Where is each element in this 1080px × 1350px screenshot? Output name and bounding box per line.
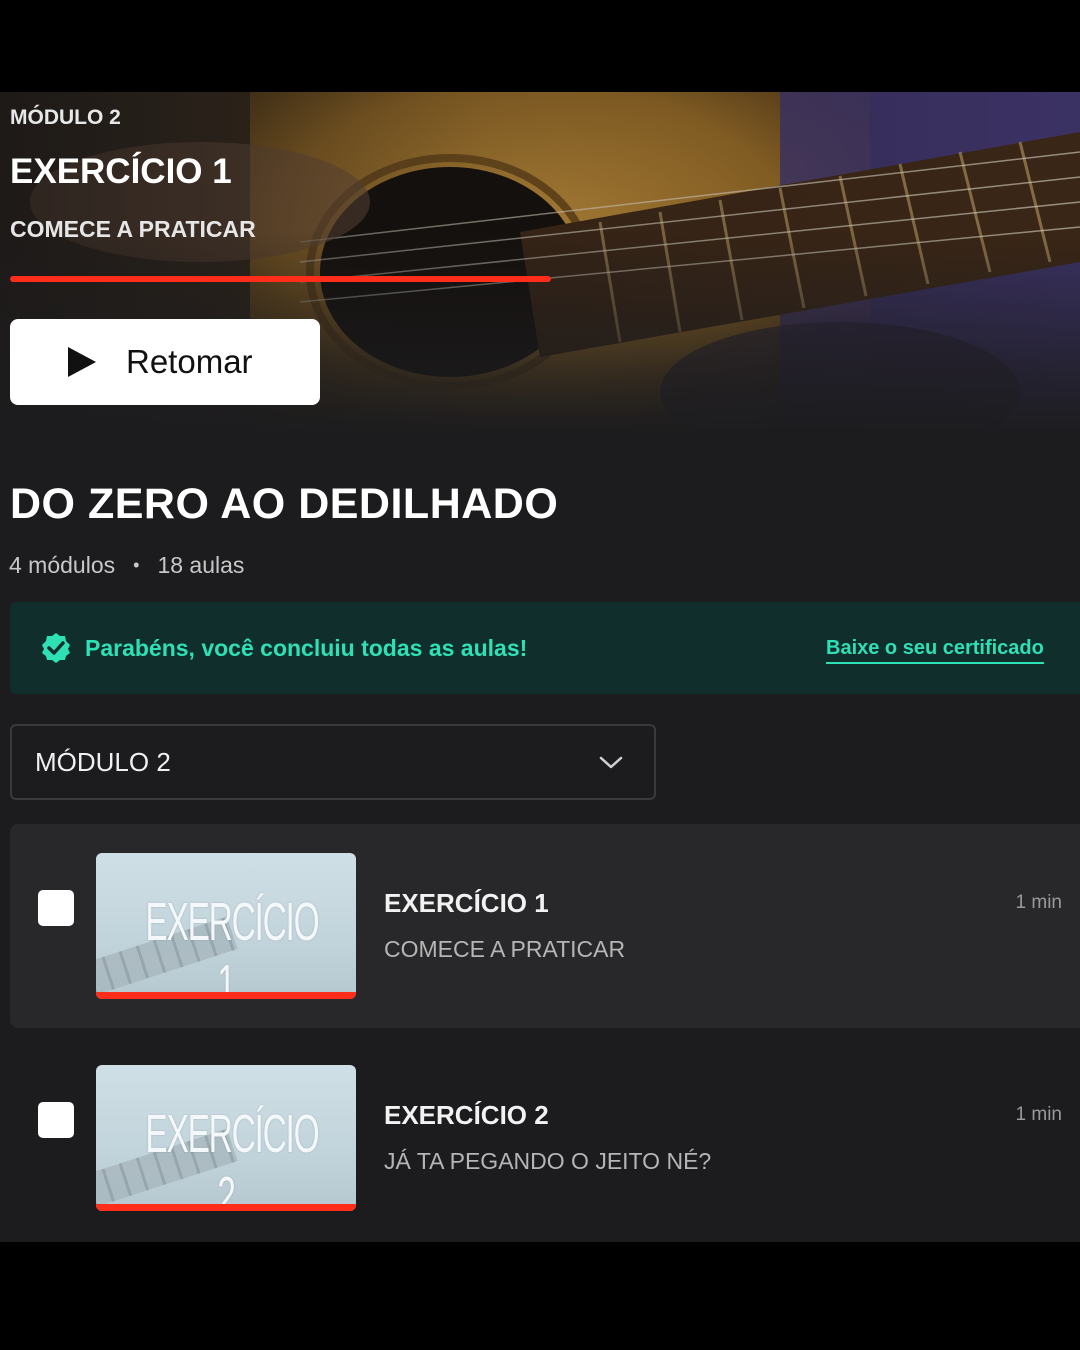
hero-progress-bar xyxy=(10,276,551,282)
lesson-thumbnail[interactable]: EXERCÍCIO 1 xyxy=(96,853,356,999)
download-certificate-link[interactable]: Baixe o seu certificado xyxy=(826,637,1044,664)
lesson-duration: 1 min xyxy=(1015,1104,1062,1125)
lesson-count: 18 aulas xyxy=(157,552,245,578)
lesson-checkbox[interactable] xyxy=(38,890,74,926)
lesson-subtitle: JÁ TA PEGANDO O JEITO NÉ? xyxy=(384,1148,712,1174)
lesson-title: EXERCÍCIO 2 xyxy=(384,1100,549,1130)
module-count: 4 módulos xyxy=(9,552,116,578)
hero-lesson-title: EXERCÍCIO 1 xyxy=(10,152,232,191)
course-meta: 4 módulos • 18 aulas xyxy=(9,552,244,579)
course-page: MÓDULO 2 EXERCÍCIO 1 COMECE A PRATICAR R… xyxy=(0,92,1080,1242)
lesson-item[interactable]: EXERCÍCIO 1 EXERCÍCIO 1 COMECE A PRATICA… xyxy=(10,824,1080,1028)
completion-message: Parabéns, você concluiu todas as aulas! xyxy=(85,635,528,661)
lesson-progress-fill xyxy=(96,992,356,999)
module-select-value: MÓDULO 2 xyxy=(35,746,171,777)
resume-button-label: Retomar xyxy=(126,343,253,380)
course-title: DO ZERO AO DEDILHADO xyxy=(10,480,559,528)
thumbnail-title: EXERCÍCIO 1 xyxy=(145,892,319,999)
play-icon xyxy=(68,347,96,377)
completion-banner: Parabéns, você concluiu todas as aulas! … xyxy=(10,602,1080,694)
lesson-progress-bar xyxy=(96,1204,356,1211)
lesson-checkbox[interactable] xyxy=(38,1102,74,1138)
hero-module-label: MÓDULO 2 xyxy=(10,106,121,129)
lesson-progress-bar xyxy=(96,992,356,999)
meta-separator: • xyxy=(133,555,140,575)
thumbnail-title: EXERCÍCIO 2 xyxy=(145,1104,319,1211)
check-circle-icon xyxy=(42,633,70,663)
resume-button[interactable]: Retomar xyxy=(10,319,320,405)
hero-progress-fill xyxy=(10,276,551,282)
hero-lesson-subtitle: COMECE A PRATICAR xyxy=(10,216,256,242)
chevron-down-icon xyxy=(599,756,623,769)
hero-banner: MÓDULO 2 EXERCÍCIO 1 COMECE A PRATICAR R… xyxy=(0,92,1080,437)
lesson-progress-fill xyxy=(96,1204,356,1211)
module-select[interactable]: MÓDULO 2 xyxy=(10,724,656,800)
lesson-title: EXERCÍCIO 1 xyxy=(384,888,549,918)
lesson-item[interactable]: EXERCÍCIO 2 EXERCÍCIO 2 JÁ TA PEGANDO O … xyxy=(10,1036,1080,1240)
lesson-duration: 1 min xyxy=(1015,892,1062,913)
lesson-subtitle: COMECE A PRATICAR xyxy=(384,936,626,962)
lesson-thumbnail[interactable]: EXERCÍCIO 2 xyxy=(96,1065,356,1211)
